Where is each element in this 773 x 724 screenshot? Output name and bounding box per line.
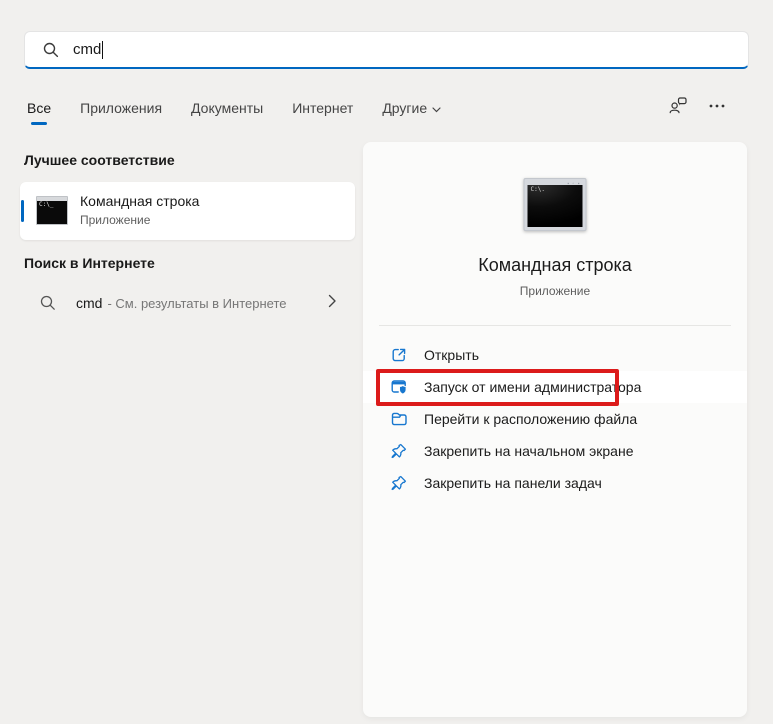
windows-search-flyout: cmd Все Приложения Документы Интернет Др… [0,0,773,724]
chevron-down-icon [432,100,441,116]
action-pin-to-start[interactable]: Закрепить на начальном экране [363,435,747,467]
search-icon [43,42,59,57]
search-input-value[interactable]: cmd [73,41,101,58]
best-match-title: Командная строка [80,193,200,209]
action-open[interactable]: Открыть [363,339,747,371]
pin-icon [391,475,407,491]
chevron-right-icon[interactable] [328,294,337,313]
pin-icon [391,443,407,459]
tab-web[interactable]: Интернет [292,100,353,116]
feedback-account-icon[interactable] [669,97,687,115]
search-box[interactable]: cmd [24,31,749,69]
open-external-icon [392,348,406,362]
preview-subtitle: Приложение [519,284,591,298]
tab-documents[interactable]: Документы [191,100,263,116]
selection-accent-bar [21,200,24,222]
web-search-heading: Поиск в Интернете [24,255,155,271]
admin-shield-icon [391,380,407,395]
filter-tabs: Все Приложения Документы Интернет Другие [27,97,749,125]
divider [379,325,731,326]
folder-icon [391,412,407,426]
best-match-result[interactable]: C:\_ Командная строка Приложение [20,182,355,240]
header-icons [669,97,725,115]
preview-panel: ▪ ▫ ▪ C:\. Командная строка Приложение О… [363,142,747,717]
preview-title: Командная строка [478,255,632,275]
action-run-as-admin[interactable]: Запуск от имени администратора [363,371,747,403]
tab-more[interactable]: Другие [382,100,441,116]
best-match-heading: Лучшее соответствие [24,152,175,168]
cmd-terminal-icon: C:\_ [36,196,68,225]
action-pin-to-taskbar[interactable]: Закрепить на панели задач [363,467,747,499]
text-caret [102,40,104,59]
search-icon [40,295,55,310]
tab-all[interactable]: Все [27,100,51,125]
context-actions: Открыть Запуск от имени администратора П… [363,339,747,499]
active-tab-underline [31,122,48,125]
web-search-suggestion[interactable]: cmd - См. результаты в Интернете [20,284,355,322]
more-options-icon[interactable] [709,104,725,108]
suggestion-description: - См. результаты в Интернете [107,295,287,311]
best-match-subtitle: Приложение [80,213,151,227]
action-open-file-location[interactable]: Перейти к расположению файла [363,403,747,435]
tab-apps[interactable]: Приложения [80,100,162,116]
suggestion-query: cmd [76,295,103,311]
cmd-terminal-icon-large: ▪ ▫ ▪ C:\. [523,178,587,231]
